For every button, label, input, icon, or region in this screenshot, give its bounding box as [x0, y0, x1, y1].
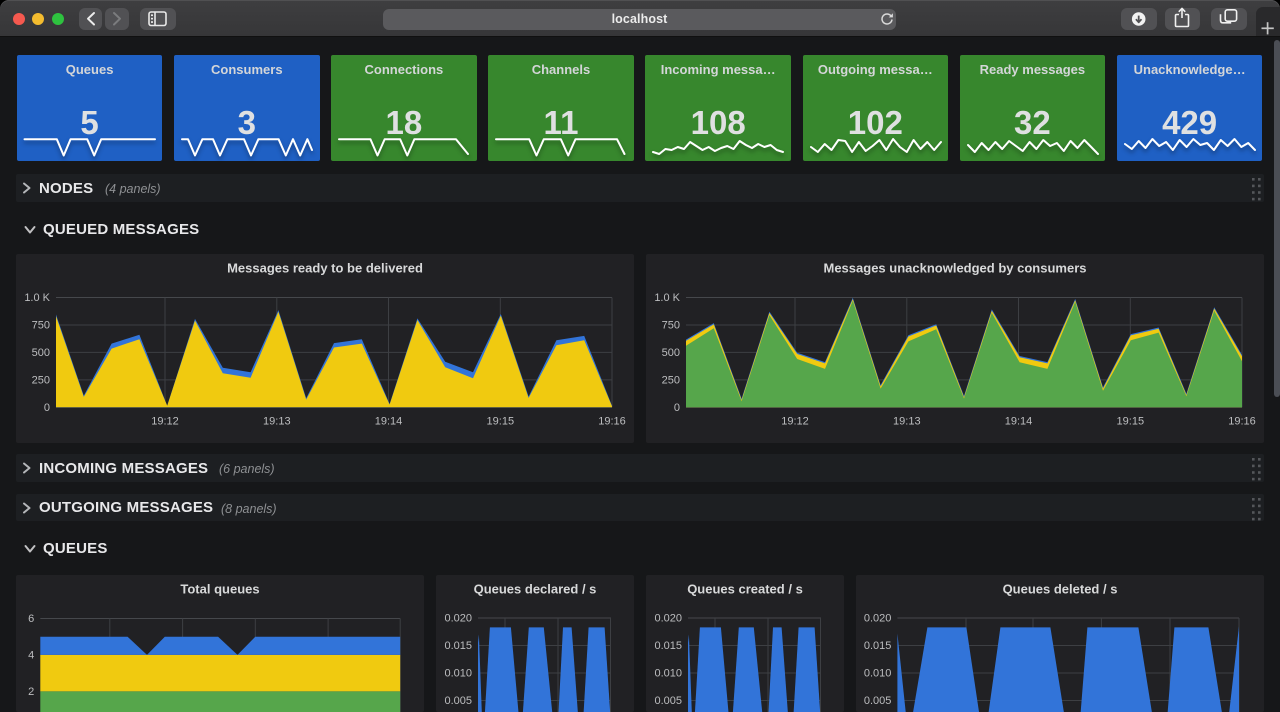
svg-text:250: 250 [32, 374, 50, 386]
svg-text:0.015: 0.015 [654, 640, 682, 652]
svg-text:6: 6 [28, 613, 34, 625]
svg-text:0.015: 0.015 [444, 640, 472, 652]
svg-text:750: 750 [662, 320, 680, 332]
svg-text:0: 0 [44, 402, 50, 414]
svg-text:0.020: 0.020 [654, 613, 682, 625]
svg-text:Total queues: Total queues [180, 582, 259, 597]
svg-text:19:14: 19:14 [375, 415, 403, 427]
svg-text:0.015: 0.015 [864, 640, 892, 652]
svg-text:19:15: 19:15 [1117, 415, 1145, 427]
svg-text:19:15: 19:15 [487, 415, 515, 427]
svg-text:1.0 K: 1.0 K [654, 292, 680, 304]
svg-text:0.005: 0.005 [864, 695, 892, 707]
svg-text:Queues created / s: Queues created / s [687, 582, 803, 597]
svg-text:Queues deleted / s: Queues deleted / s [1003, 582, 1118, 597]
svg-text:0.010: 0.010 [654, 668, 682, 680]
svg-text:1.0 K: 1.0 K [24, 292, 50, 304]
svg-text:19:12: 19:12 [781, 415, 809, 427]
svg-text:19:16: 19:16 [598, 415, 626, 427]
svg-text:19:12: 19:12 [151, 415, 179, 427]
svg-text:Queues declared / s: Queues declared / s [474, 582, 597, 597]
svg-text:500: 500 [662, 347, 680, 359]
svg-text:2: 2 [28, 686, 34, 698]
svg-text:0: 0 [674, 402, 680, 414]
svg-text:19:14: 19:14 [1005, 415, 1033, 427]
svg-text:19:16: 19:16 [1228, 415, 1256, 427]
svg-text:19:13: 19:13 [893, 415, 921, 427]
svg-text:19:13: 19:13 [263, 415, 291, 427]
svg-text:0.010: 0.010 [864, 668, 892, 680]
svg-text:0.020: 0.020 [444, 613, 472, 625]
svg-text:750: 750 [32, 320, 50, 332]
svg-text:0.020: 0.020 [864, 613, 892, 625]
svg-text:4: 4 [28, 649, 34, 661]
svg-text:0.010: 0.010 [444, 668, 472, 680]
svg-text:Messages unacknowledged by con: Messages unacknowledged by consumers [824, 261, 1087, 276]
svg-text:0.005: 0.005 [654, 695, 682, 707]
svg-text:500: 500 [32, 347, 50, 359]
svg-text:Messages ready to be delivered: Messages ready to be delivered [227, 261, 423, 276]
svg-text:250: 250 [662, 374, 680, 386]
svg-text:0.005: 0.005 [444, 695, 472, 707]
